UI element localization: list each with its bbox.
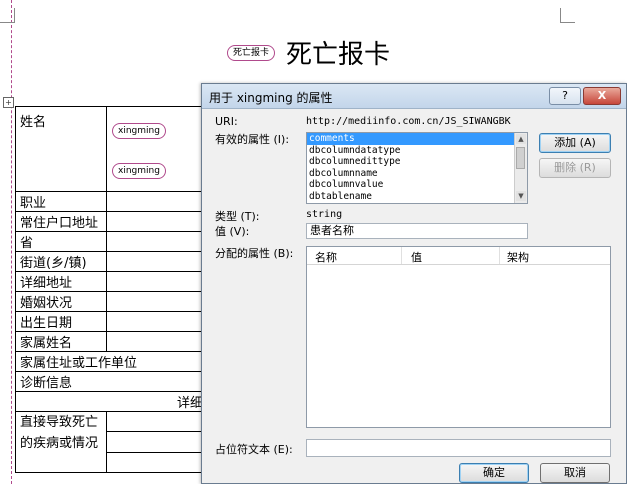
dialog-title: 用于 xingming 的属性 xyxy=(209,91,333,105)
valid-attributes-label: 有效的属性 (I): xyxy=(215,133,290,146)
death-report-table: 姓名 xingming xingming 职业 常住户口地址 省 街道(乡/镇)… xyxy=(15,106,206,474)
column-header-value[interactable]: 值 xyxy=(411,249,422,265)
value-label: 值 (V): xyxy=(215,225,250,238)
marital-status-label: 婚姻状况 xyxy=(15,291,107,312)
close-icon: X xyxy=(597,89,607,102)
value-input[interactable]: 患者名称 xyxy=(306,223,528,239)
uri-label: URI: xyxy=(215,115,238,128)
help-button[interactable]: ? xyxy=(549,87,581,105)
assigned-attributes-grid[interactable]: 名称 值 架构 xyxy=(306,246,611,428)
scroll-down-arrow-icon[interactable]: ▼ xyxy=(516,191,526,201)
name-label: 姓名 xyxy=(20,115,47,130)
street-value[interactable] xyxy=(106,251,206,272)
table-move-handle-icon[interactable]: + xyxy=(3,97,14,108)
type-label: 类型 (T): xyxy=(215,210,260,223)
list-item[interactable]: comments xyxy=(307,133,514,145)
assigned-attributes-label: 分配的属性 (B): xyxy=(215,247,294,260)
xml-tag-title[interactable]: 死亡报卡 xyxy=(227,45,276,61)
xml-tag-xingming-close[interactable]: xingming xyxy=(112,163,166,179)
list-scrollbar[interactable]: ▲ ▼ xyxy=(514,133,527,203)
list-item[interactable]: dbcolumnname xyxy=(307,168,514,180)
xml-tag-open-label: xingming xyxy=(118,126,160,136)
add-button[interactable]: 添加 (A) xyxy=(539,133,611,153)
residence-address-value[interactable] xyxy=(106,211,206,232)
xml-tag-title-label: 死亡报卡 xyxy=(233,48,270,58)
column-separator xyxy=(401,247,402,264)
dialog-titlebar[interactable]: 用于 xingming 的属性 ? X xyxy=(202,84,626,109)
xml-tag-xingming-open[interactable]: xingming xyxy=(112,123,166,139)
list-item[interactable]: dbcolumnedittype xyxy=(307,156,514,168)
cause-value-3[interactable] xyxy=(106,451,206,474)
delete-button[interactable]: 删除 (R) xyxy=(539,158,611,178)
list-item[interactable]: dbcolumndatatype xyxy=(307,145,514,157)
xml-tag-close-label: xingming xyxy=(118,166,160,176)
province-value[interactable] xyxy=(106,231,206,252)
uri-value: http://mediinfo.com.cn/JS_SIWANGBK xyxy=(306,116,511,127)
name-value-cell[interactable]: xingming xingming xyxy=(106,106,206,192)
detail-header: 详细 xyxy=(15,391,206,412)
cause-label: 直接导致死亡的疾病或情况 xyxy=(20,415,99,451)
birth-date-value[interactable] xyxy=(106,311,206,332)
occupation-label: 职业 xyxy=(15,191,107,212)
cause-value-1[interactable] xyxy=(106,410,206,433)
cause-label-cell: 直接导致死亡的疾病或情况 xyxy=(15,411,107,473)
family-name-label: 家属姓名 xyxy=(15,331,107,352)
residence-address-label: 常住户口地址 xyxy=(15,211,107,232)
placeholder-text-label: 占位符文本 (E): xyxy=(215,443,293,456)
placeholder-text-input[interactable] xyxy=(306,439,611,457)
attributes-dialog: 用于 xingming 的属性 ? X URI: http://mediinfo… xyxy=(201,83,627,484)
name-label-cell: 姓名 xyxy=(15,106,107,192)
family-name-value[interactable] xyxy=(106,331,206,352)
occupation-value[interactable] xyxy=(106,191,206,212)
detail-header-text: 详细 xyxy=(176,396,203,411)
close-button[interactable]: X xyxy=(583,87,621,105)
street-label: 街道(乡/镇) xyxy=(15,251,107,272)
cancel-button[interactable]: 取消 xyxy=(540,463,610,483)
diagnosis-label: 诊断信息 xyxy=(15,371,206,392)
column-separator xyxy=(499,247,500,264)
list-item[interactable]: dbtablename xyxy=(307,191,514,203)
family-address-label: 家属住址或工作单位 xyxy=(15,351,206,372)
list-item[interactable]: dbcolumnvalue xyxy=(307,179,514,191)
detail-address-value[interactable] xyxy=(106,271,206,292)
column-header-schema[interactable]: 架构 xyxy=(507,249,529,265)
page-corner-mark-left xyxy=(0,8,15,23)
detail-address-label: 详细地址 xyxy=(15,271,107,292)
marital-status-value[interactable] xyxy=(106,291,206,312)
scroll-up-arrow-icon[interactable]: ▲ xyxy=(516,134,526,144)
scroll-thumb[interactable] xyxy=(516,147,525,169)
grid-header: 名称 值 架构 xyxy=(307,247,610,265)
province-label: 省 xyxy=(15,231,107,252)
ok-button[interactable]: 确定 xyxy=(459,463,529,483)
column-header-name[interactable]: 名称 xyxy=(315,249,337,265)
page-corner-mark-right xyxy=(560,8,575,23)
cause-value-2[interactable] xyxy=(106,431,206,453)
page-margin-guide xyxy=(11,0,12,484)
document-title: 死亡报卡 xyxy=(286,40,391,70)
birth-date-label: 出生日期 xyxy=(15,311,107,332)
type-value: string xyxy=(306,209,343,220)
valid-attributes-list[interactable]: comments dbcolumndatatype dbcolumneditty… xyxy=(306,132,528,204)
